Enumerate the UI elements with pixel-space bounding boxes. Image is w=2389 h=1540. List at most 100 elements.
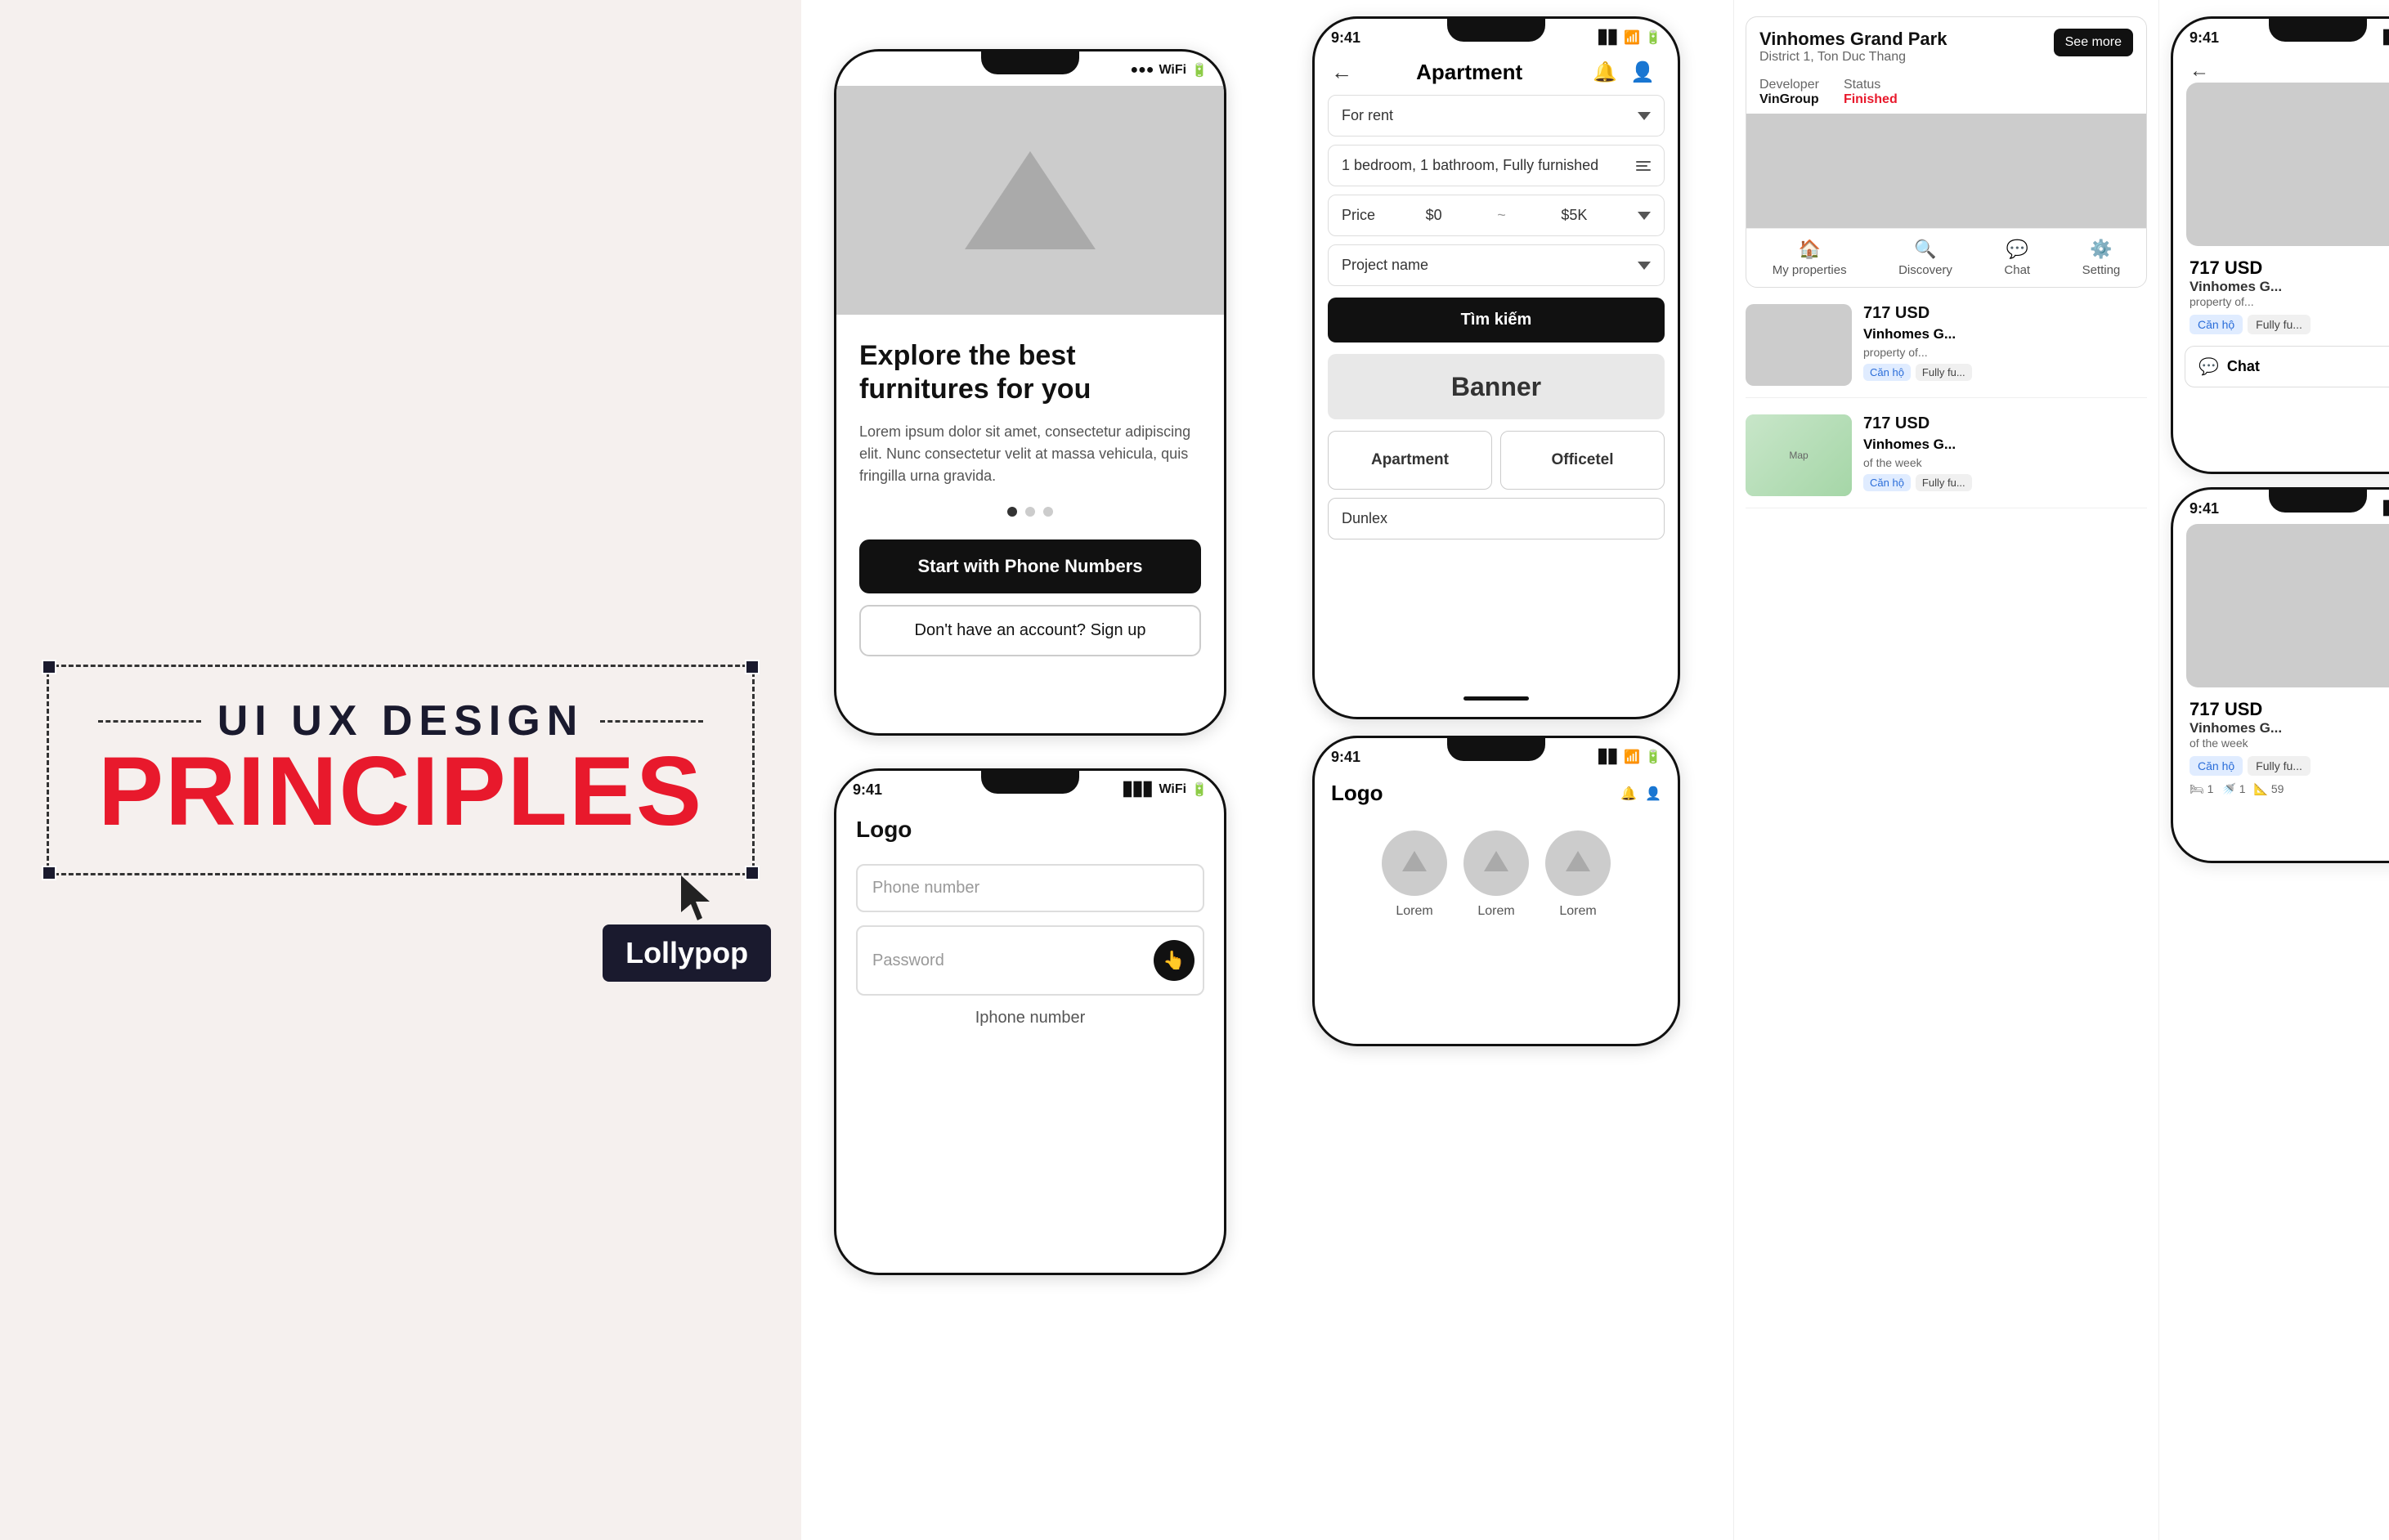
vh-card-subtitle: District 1, Ton Duc Thang bbox=[1759, 50, 1947, 65]
col-1: ●●● WiFi 🔋 Explore the best furnitures f… bbox=[801, 0, 1259, 1540]
cat-officetel[interactable]: Officetel bbox=[1500, 431, 1665, 490]
cat-apartment[interactable]: Apartment bbox=[1328, 431, 1492, 490]
canvas-area: UI UX DESIGN PRINCIPLES Lollypop bbox=[0, 0, 801, 1540]
chevron-rent bbox=[1638, 112, 1651, 120]
corner-handle-tr[interactable] bbox=[745, 660, 760, 674]
bed-count: 🛏 1 bbox=[2190, 782, 2213, 796]
filter-section: For rent 1 bedroom, 1 bathroom, Fully fu… bbox=[1315, 95, 1678, 354]
property-meta-2: 🛏 1 🚿 1 📐 59 bbox=[2190, 782, 2389, 796]
cat-circle-1 bbox=[1382, 830, 1447, 896]
corner-handle-br[interactable] bbox=[745, 866, 760, 880]
price-filter[interactable]: Price $0 ~ $5K bbox=[1328, 195, 1665, 236]
user-icon[interactable]: 👤 bbox=[1630, 60, 1655, 84]
property-name: Vinhomes G... bbox=[2190, 279, 2389, 295]
phone-right-1: 9:41 ▊▊📶🔋 ← ♥ 717 USD Vinhomes G... prop… bbox=[2171, 16, 2389, 474]
tag-fully-2: Fully fu... bbox=[1916, 474, 1972, 491]
phones-main: ●●● WiFi 🔋 Explore the best furnitures f… bbox=[801, 0, 2389, 1540]
furniture-desc: Lorem ipsum dolor sit amet, consectetur … bbox=[859, 421, 1201, 487]
furniture-triangle bbox=[965, 151, 1096, 249]
start-phone-button[interactable]: Start with Phone Numbers bbox=[859, 539, 1201, 593]
phones-area: ●●● WiFi 🔋 Explore the best furnitures f… bbox=[801, 0, 2389, 1540]
chevron-project bbox=[1638, 262, 1651, 270]
listing-tags-1: Căn hộ Fully fu... bbox=[1863, 364, 2147, 381]
furniture-image bbox=[836, 86, 1224, 315]
property-tag-1: Căn hộ bbox=[2190, 315, 2243, 334]
property-price-2: 717 USD bbox=[2190, 699, 2389, 720]
dot-2 bbox=[1025, 507, 1035, 517]
lollypop-tooltip: Lollypop bbox=[603, 924, 771, 982]
property-tag-2: Fully fu... bbox=[2248, 315, 2311, 334]
project-name-filter[interactable]: Project name bbox=[1328, 244, 1665, 286]
listing-image-1 bbox=[1746, 304, 1852, 386]
logo-icons: 🔔 👤 bbox=[1620, 786, 1661, 802]
cat-circle-3 bbox=[1545, 830, 1611, 896]
property-tags: Căn hộ Fully fu... bbox=[2190, 315, 2389, 334]
vh-card-title: Vinhomes Grand Park bbox=[1759, 29, 1947, 50]
dot-3 bbox=[1043, 507, 1053, 517]
tag-canh-2: Căn hộ bbox=[1863, 474, 1911, 491]
nav-my-properties[interactable]: 🏠 My properties bbox=[1773, 239, 1847, 277]
cat-label-1: Lorem bbox=[1396, 904, 1432, 919]
phone-login: 9:41 ▊▊▊ WiFi 🔋 Logo Phone number Pass bbox=[834, 768, 1226, 1275]
phone-notch-3 bbox=[1447, 19, 1545, 42]
chat-overlay[interactable]: 💬 Chat bbox=[2185, 346, 2389, 387]
search-button[interactable]: Tìm kiếm bbox=[1328, 298, 1665, 342]
home-indicator bbox=[1315, 688, 1678, 709]
back-arrow-right[interactable]: ← bbox=[2173, 53, 2389, 83]
phone-notch-5 bbox=[2269, 19, 2367, 42]
principles-label: PRINCIPLES bbox=[98, 742, 703, 840]
fingerprint-button[interactable]: 👆 bbox=[1154, 940, 1194, 981]
phone-furniture: ●●● WiFi 🔋 Explore the best furnitures f… bbox=[834, 49, 1226, 736]
logo-text: Logo bbox=[1331, 781, 1383, 806]
back-arrow[interactable]: ← bbox=[1331, 60, 1352, 85]
property-price: 717 USD bbox=[2190, 257, 2389, 279]
size-count: 📐 59 bbox=[2254, 782, 2284, 796]
dot-1 bbox=[1007, 507, 1017, 517]
listing-info-2: 717 USD Vinhomes G... of the week Căn hộ… bbox=[1863, 414, 2147, 496]
design-box: UI UX DESIGN PRINCIPLES Lollypop bbox=[47, 665, 755, 875]
phone-notch-6 bbox=[2269, 490, 2367, 513]
apartment-title: Apartment bbox=[1352, 60, 1586, 85]
phone-number-input[interactable]: Phone number bbox=[856, 864, 1204, 912]
status-icons-1: ●●● WiFi 🔋 bbox=[1130, 62, 1208, 78]
cat-circle-2 bbox=[1463, 830, 1529, 896]
dots-indicator bbox=[859, 507, 1201, 517]
signup-button[interactable]: Don't have an account? Sign up bbox=[859, 605, 1201, 656]
property-sub-2: of the week bbox=[2190, 736, 2389, 750]
property-name-2: Vinhomes G... bbox=[2190, 720, 2389, 736]
cat-item-3: Lorem bbox=[1545, 830, 1611, 919]
dashed-border: UI UX DESIGN PRINCIPLES bbox=[47, 665, 755, 875]
listing-image-2: Map bbox=[1746, 414, 1852, 496]
password-input[interactable]: Password 👆 bbox=[856, 925, 1204, 996]
corner-handle-tl[interactable] bbox=[42, 660, 56, 674]
developer-info: Developer VinGroup bbox=[1759, 78, 1819, 107]
cat-item-2: Lorem bbox=[1463, 830, 1529, 919]
status-info: Status Finished bbox=[1844, 78, 1898, 107]
tag-fully-1: Fully fu... bbox=[1916, 364, 1972, 381]
nav-setting[interactable]: ⚙️ Setting bbox=[2082, 239, 2121, 277]
listing-item-1: 717 USD Vinhomes G... property of... Căn… bbox=[1746, 304, 2147, 398]
property-detail-2: 717 USD Vinhomes G... of the week Căn hộ… bbox=[2173, 687, 2389, 808]
property-tags-2: Căn hộ Fully fu... bbox=[2190, 756, 2389, 776]
vh-nav: 🏠 My properties 🔍 Discovery 💬 Chat ⚙️ Se… bbox=[1746, 228, 2146, 287]
apt-header: ← Apartment 🔔 👤 bbox=[1315, 53, 1678, 95]
login-logo: Logo bbox=[836, 805, 1224, 851]
phone-right-2: 9:41 ▊▊📶🔋 ♥ 717 USD Vinhomes G... of the… bbox=[2171, 487, 2389, 863]
nav-chat[interactable]: 💬 Chat bbox=[2004, 239, 2030, 277]
for-rent-filter[interactable]: For rent bbox=[1328, 95, 1665, 137]
notification-icon[interactable]: 🔔 bbox=[1593, 60, 1617, 84]
property-detail: 717 USD Vinhomes G... property of... Căn… bbox=[2173, 246, 2389, 346]
col-4: 9:41 ▊▊📶🔋 ← ♥ 717 USD Vinhomes G... prop… bbox=[2158, 0, 2389, 1540]
cat-duplex[interactable]: Dunlex bbox=[1328, 498, 1665, 539]
bell-icon[interactable]: 🔔 bbox=[1620, 786, 1637, 802]
nav-discovery[interactable]: 🔍 Discovery bbox=[1898, 239, 1952, 277]
see-more-button[interactable]: See more bbox=[2054, 29, 2133, 56]
corner-handle-bl[interactable] bbox=[42, 866, 56, 880]
cat-label-3: Lorem bbox=[1559, 904, 1596, 919]
room-info-filter[interactable]: 1 bedroom, 1 bathroom, Fully furnished bbox=[1328, 145, 1665, 186]
chevron-price bbox=[1638, 212, 1651, 220]
furniture-title: Explore the best furnitures for you bbox=[859, 339, 1201, 406]
tag-canh-1: Căn hộ bbox=[1863, 364, 1911, 381]
col-2: 9:41 ▊▊ 📶 🔋 ← Apartment 🔔 👤 For rent bbox=[1259, 0, 1733, 1540]
user-icon-2[interactable]: 👤 bbox=[1645, 786, 1661, 802]
